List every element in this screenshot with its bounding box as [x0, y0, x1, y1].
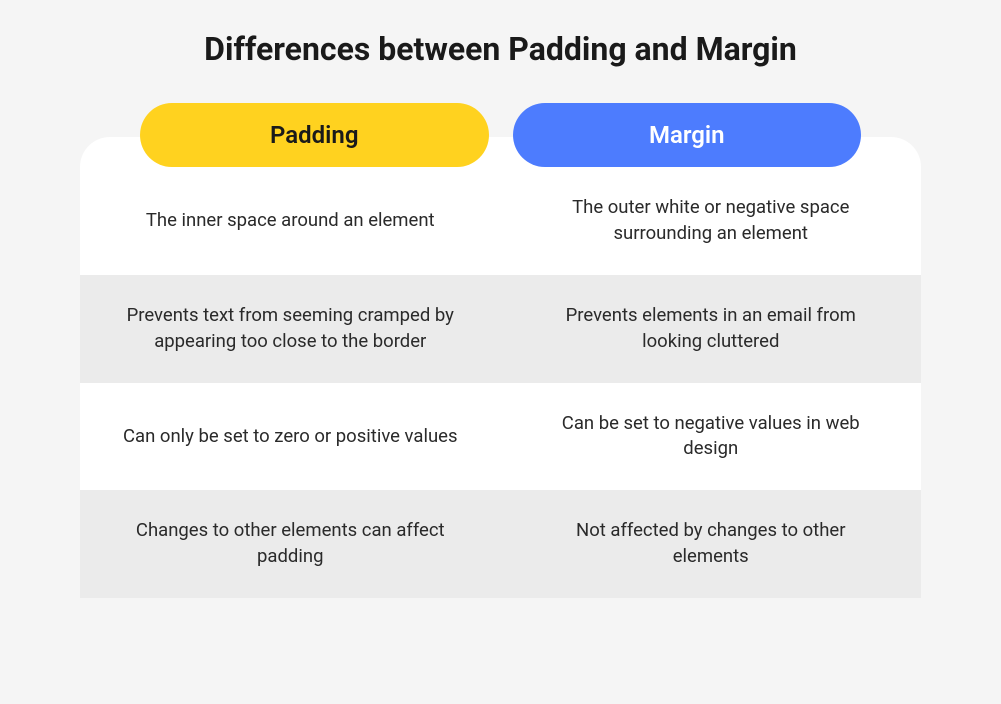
table-body: The inner space around an element The ou… [80, 137, 921, 598]
cell-padding: Can only be set to zero or positive valu… [80, 383, 501, 491]
cell-padding: Prevents text from seeming cramped by ap… [80, 275, 501, 383]
column-header-padding: Padding [140, 103, 489, 167]
cell-margin: Prevents elements in an email from looki… [501, 275, 922, 383]
cell-margin: The outer white or negative space surrou… [501, 167, 922, 275]
table-row: Changes to other elements can affect pad… [80, 490, 921, 598]
page-title: Differences between Padding and Margin [80, 30, 921, 68]
table-row: Can only be set to zero or positive valu… [80, 383, 921, 491]
table-header-row: Padding Margin [80, 103, 921, 167]
column-header-margin: Margin [513, 103, 862, 167]
cell-margin: Can be set to negative values in web des… [501, 383, 922, 491]
comparison-table: Padding Margin The inner space around an… [80, 103, 921, 598]
cell-padding: Changes to other elements can affect pad… [80, 490, 501, 598]
table-row: Prevents text from seeming cramped by ap… [80, 275, 921, 383]
cell-padding: The inner space around an element [80, 167, 501, 275]
cell-margin: Not affected by changes to other element… [501, 490, 922, 598]
table-row: The inner space around an element The ou… [80, 167, 921, 275]
